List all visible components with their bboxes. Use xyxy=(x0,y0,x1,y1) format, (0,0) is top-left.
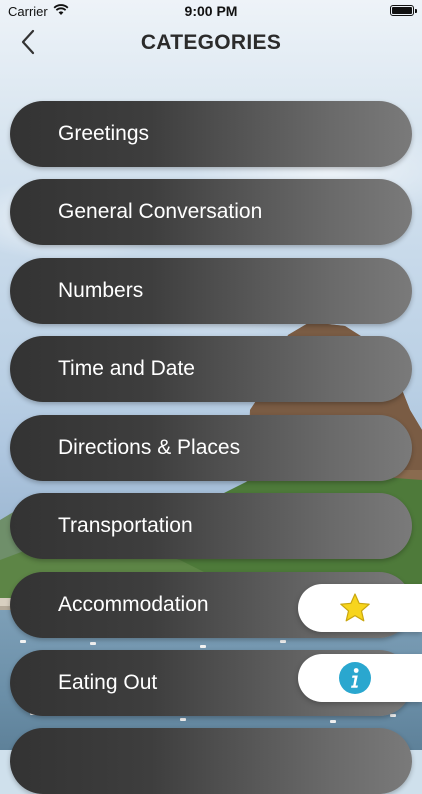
page-title: CATEGORIES xyxy=(140,31,282,54)
category-time-and-date[interactable]: Time and Date xyxy=(10,336,412,402)
navigation-bar: CATEGORIES xyxy=(0,22,422,66)
battery-icon xyxy=(390,5,417,16)
category-greetings[interactable]: Greetings xyxy=(10,101,412,167)
category-transportation[interactable]: Transportation xyxy=(10,493,412,559)
category-numbers[interactable]: Numbers xyxy=(10,258,412,324)
category-label: Greetings xyxy=(58,122,150,145)
boat xyxy=(20,640,26,643)
star-icon xyxy=(338,591,372,625)
favorites-button[interactable] xyxy=(298,584,422,632)
category-label: General Conversation xyxy=(58,200,263,223)
status-bar: Carrier 9:00 PM xyxy=(0,0,422,22)
boat xyxy=(330,720,336,723)
category-label: Transportation xyxy=(58,514,193,537)
boat xyxy=(200,645,206,648)
info-button[interactable] xyxy=(298,654,422,702)
category-general-conversation[interactable]: General Conversation xyxy=(10,179,412,245)
category-label: Accommodation xyxy=(58,593,209,616)
boat xyxy=(90,642,96,645)
category-partial[interactable] xyxy=(10,728,412,794)
category-label: Numbers xyxy=(58,279,144,302)
category-label: Directions & Places xyxy=(58,436,241,459)
boat xyxy=(180,718,186,721)
category-label: Eating Out xyxy=(58,671,158,694)
boat xyxy=(390,714,396,717)
info-icon xyxy=(338,661,372,695)
status-time: 9:00 PM xyxy=(184,3,238,19)
category-label: Time and Date xyxy=(58,357,195,380)
boat xyxy=(280,640,286,643)
category-directions-places[interactable]: Directions & Places xyxy=(10,415,412,481)
